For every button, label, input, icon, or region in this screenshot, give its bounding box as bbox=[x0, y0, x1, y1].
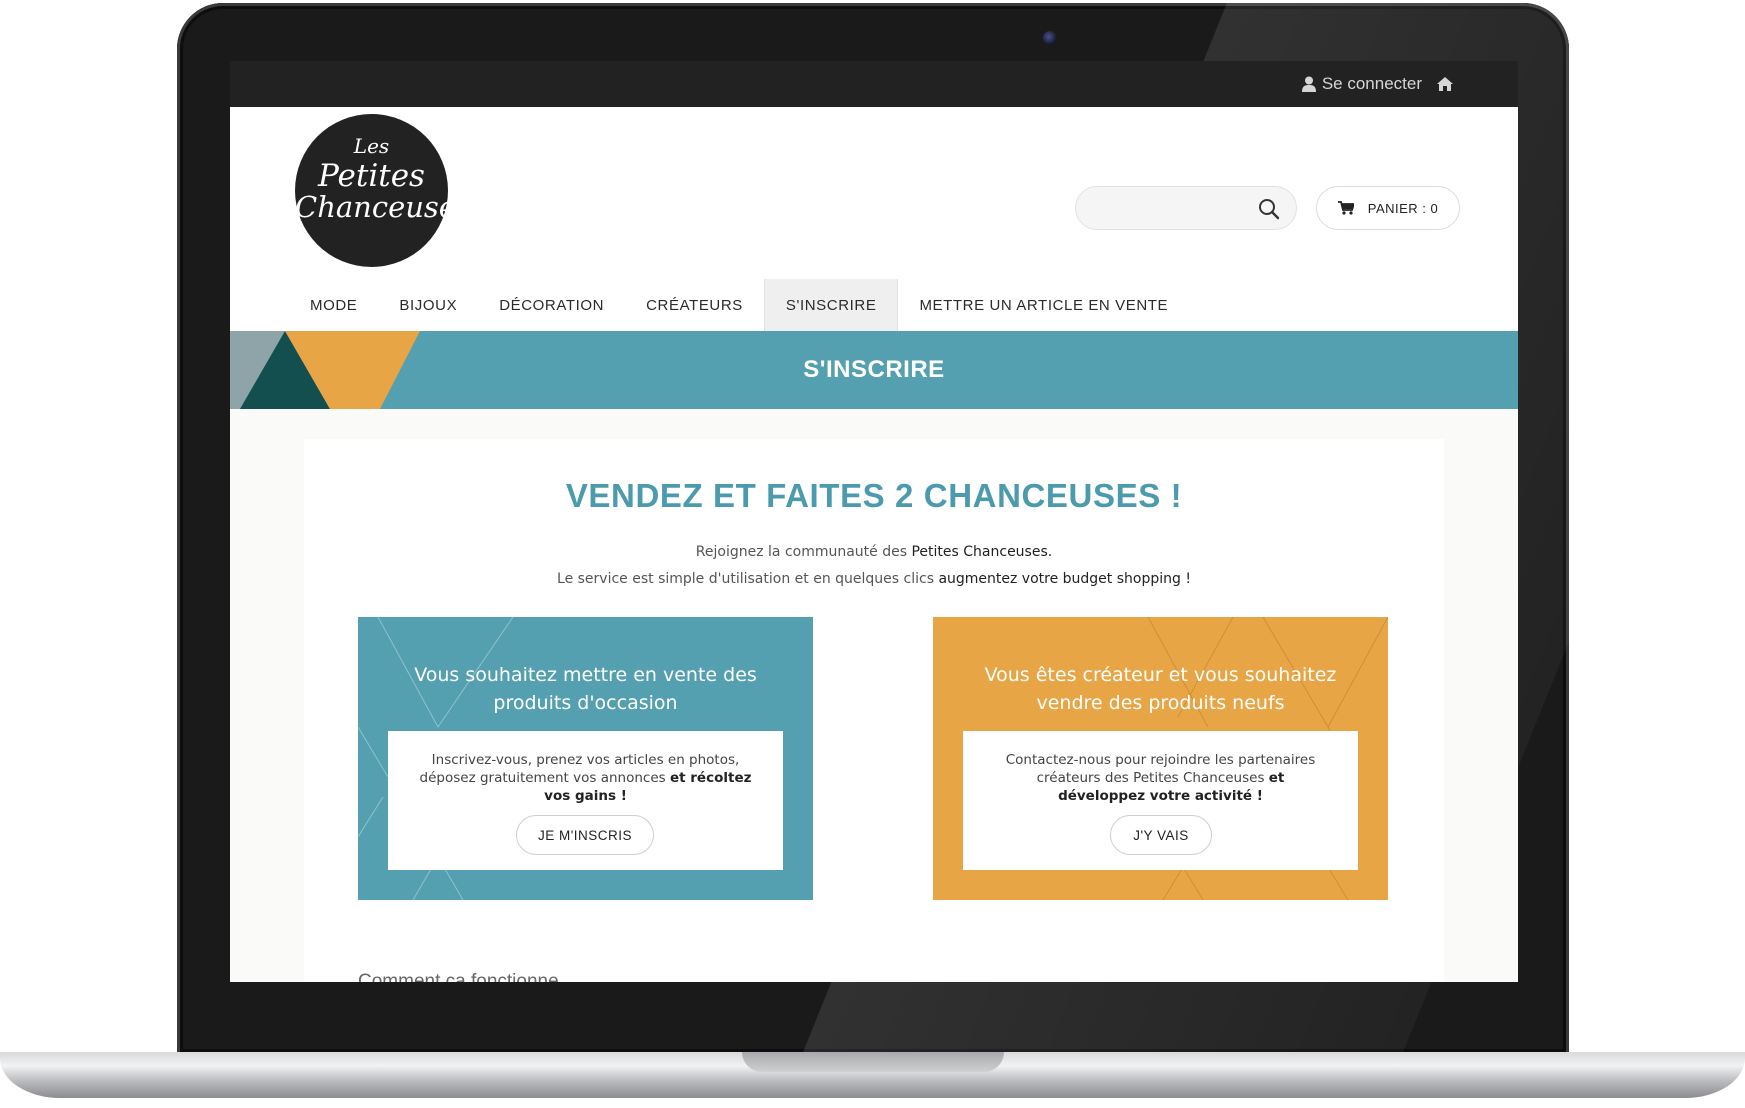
card-occasion-text-line-3: vos gains ! bbox=[544, 788, 627, 804]
cart-button[interactable]: PANIER : 0 bbox=[1316, 186, 1460, 230]
main-content: VENDEZ ET FAITES 2 CHANCEUSES ! Rejoigne… bbox=[304, 439, 1444, 982]
card-occasion-text-line-2-bold: et récoltez bbox=[669, 770, 752, 786]
card-occasion: Vous souhaitez mettre en vente des produ… bbox=[358, 617, 813, 900]
laptop-notch bbox=[742, 1052, 1004, 1072]
card-createurs-text-line-2-plain: créateurs des Petites Chanceuses bbox=[1036, 770, 1269, 786]
card-occasion-text-line-2: déposez gratuitement vos annonces et réc… bbox=[398, 769, 773, 787]
card-createurs-text-line-2: créateurs des Petites Chanceuses et bbox=[973, 769, 1348, 787]
card-createurs-text: Contactez-nous pour rejoindre les parten… bbox=[973, 751, 1348, 805]
login-link[interactable]: Se connecter bbox=[1301, 74, 1454, 94]
card-createurs-title-line-2: vendre des produits neufs bbox=[1036, 692, 1285, 714]
user-icon bbox=[1301, 76, 1316, 92]
card-createurs: Vous êtes créateur et vous souhaitez ven… bbox=[933, 617, 1388, 900]
nav-item-bijoux[interactable]: BIJOUX bbox=[378, 279, 478, 331]
nav-item-decoration[interactable]: DÉCORATION bbox=[478, 279, 625, 331]
home-icon[interactable] bbox=[1436, 76, 1454, 92]
card-createurs-text-line-1: Contactez-nous pour rejoindre les parten… bbox=[1005, 752, 1316, 768]
nav-item-mode[interactable]: MODE bbox=[289, 279, 378, 331]
card-occasion-title-line-1: Vous souhaitez mettre en vente des bbox=[414, 664, 757, 686]
card-occasion-text-line-2-plain: déposez gratuitement vos annonces bbox=[419, 770, 670, 786]
card-occasion-text: Inscrivez-vous, prenez vos articles en p… bbox=[398, 751, 773, 805]
card-createurs-text-line-3: développez votre activité ! bbox=[1058, 788, 1263, 804]
intro-text: Rejoignez la communauté des Petites Chan… bbox=[304, 539, 1444, 593]
login-label: Se connecter bbox=[1321, 74, 1422, 93]
intro-line-1: Rejoignez la communauté des Petites Chan… bbox=[304, 539, 1444, 566]
cart-label: PANIER : 0 bbox=[1367, 200, 1439, 216]
browser-screen: Se connecter Les Petites Chanceuses PANI… bbox=[230, 61, 1518, 982]
jy-vais-button[interactable]: J'Y VAIS bbox=[1110, 815, 1212, 855]
site-logo[interactable]: Les Petites Chanceuses bbox=[295, 114, 471, 267]
search-input[interactable] bbox=[1090, 195, 1254, 223]
page-title: S'INSCRIRE bbox=[803, 356, 945, 383]
logo-line-3: Chanceuses bbox=[295, 190, 471, 224]
card-occasion-title: Vous souhaitez mettre en vente des produ… bbox=[378, 661, 793, 717]
headline: VENDEZ ET FAITES 2 CHANCEUSES ! bbox=[565, 477, 1183, 514]
card-createurs-text-line-2-bold: et bbox=[1268, 770, 1285, 786]
signup-button[interactable]: JE M'INSCRIS bbox=[516, 815, 654, 855]
card-createurs-title: Vous êtes créateur et vous souhaitez ven… bbox=[953, 661, 1368, 717]
logo-line-2: Petites bbox=[318, 158, 425, 194]
main-nav: MODE BIJOUX DÉCORATION CRÉATEURS S'INSCR… bbox=[230, 279, 1518, 331]
search-box bbox=[1075, 186, 1297, 230]
top-bar: Se connecter bbox=[230, 61, 1518, 107]
site-header: Les Petites Chanceuses PANIER : 0 bbox=[230, 107, 1518, 279]
nav-item-mettre-en-vente[interactable]: METTRE UN ARTICLE EN VENTE bbox=[898, 279, 1189, 331]
logo-line-1: Les bbox=[353, 134, 390, 158]
intro-line-2: Le service est simple d'utilisation et e… bbox=[304, 566, 1444, 593]
search-icon[interactable] bbox=[1258, 198, 1280, 220]
intro-line-2-text: Le service est simple d'utilisation et e… bbox=[557, 571, 939, 587]
camera-icon bbox=[1043, 31, 1057, 45]
how-it-works-heading: Comment ça fonctionne bbox=[358, 971, 559, 982]
card-createurs-title-line-1: Vous êtes créateur et vous souhaitez bbox=[984, 664, 1337, 686]
nav-item-sinscrire[interactable]: S'INSCRIRE bbox=[763, 279, 899, 331]
card-occasion-box: Inscrivez-vous, prenez vos articles en p… bbox=[388, 731, 783, 870]
card-occasion-title-line-2: produits d'occasion bbox=[493, 692, 678, 714]
intro-line-1-bold: Petites Chanceuses. bbox=[911, 544, 1053, 560]
nav-item-createurs[interactable]: CRÉATEURS bbox=[625, 279, 764, 331]
card-createurs-box: Contactez-nous pour rejoindre les parten… bbox=[963, 731, 1358, 870]
page-banner: S'INSCRIRE bbox=[230, 331, 1518, 409]
intro-line-1-text: Rejoignez la communauté des bbox=[695, 544, 912, 560]
intro-line-2-bold: augmentez votre budget shopping ! bbox=[938, 571, 1191, 587]
card-occasion-text-line-1: Inscrivez-vous, prenez vos articles en p… bbox=[431, 752, 740, 768]
cart-icon bbox=[1337, 201, 1354, 215]
